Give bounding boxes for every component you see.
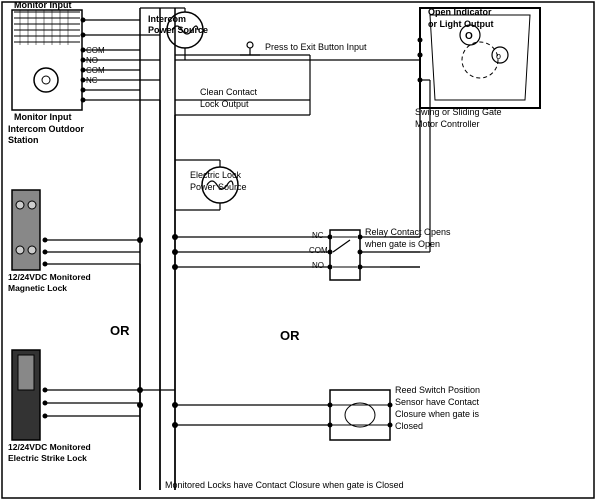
- svg-text:NC: NC: [312, 231, 324, 240]
- svg-text:12/24VDC Monitored: 12/24VDC Monitored: [8, 272, 91, 282]
- svg-text:OR: OR: [110, 323, 130, 338]
- svg-text:OR: OR: [280, 328, 300, 343]
- svg-text:Open Indicator: Open Indicator: [428, 7, 492, 17]
- svg-text:Clean Contact: Clean Contact: [200, 87, 258, 97]
- svg-text:when gate is Open: when gate is Open: [364, 239, 440, 249]
- svg-text:COM: COM: [309, 246, 328, 255]
- svg-text:Electric Lock: Electric Lock: [190, 170, 242, 180]
- wiring-diagram: COM NO COM NC Monitor Input Intercom Out…: [0, 0, 596, 500]
- svg-text:Closed: Closed: [395, 421, 423, 431]
- svg-text:Monitor Input: Monitor Input: [14, 112, 71, 122]
- svg-text:Electric Strike Lock: Electric Strike Lock: [8, 453, 87, 463]
- svg-text:Press to Exit Button Input: Press to Exit Button Input: [265, 42, 367, 52]
- svg-text:NO: NO: [312, 261, 324, 270]
- svg-text:Monitored Locks have Contact C: Monitored Locks have Contact Closure whe…: [165, 480, 404, 490]
- svg-text:Lock Output: Lock Output: [200, 99, 249, 109]
- svg-text:Station: Station: [8, 135, 39, 145]
- svg-text:Closure when gate is: Closure when gate is: [395, 409, 480, 419]
- svg-text:Intercom Outdoor: Intercom Outdoor: [8, 124, 84, 134]
- svg-text:Motor Controller: Motor Controller: [415, 119, 480, 129]
- svg-text:12/24VDC Monitored: 12/24VDC Monitored: [8, 442, 91, 452]
- svg-text:Reed Switch Position: Reed Switch Position: [395, 385, 480, 395]
- svg-text:Monitor Input: Monitor Input: [14, 0, 71, 10]
- svg-text:Power Source: Power Source: [190, 182, 247, 192]
- svg-text:Power Source: Power Source: [148, 25, 208, 35]
- svg-text:Swing or Sliding Gate: Swing or Sliding Gate: [415, 107, 502, 117]
- svg-text:Intercom: Intercom: [148, 14, 186, 24]
- svg-text:o: o: [496, 51, 501, 61]
- svg-text:O: O: [465, 31, 473, 42]
- svg-text:Relay Contact Opens: Relay Contact Opens: [365, 227, 451, 237]
- svg-text:Magnetic Lock: Magnetic Lock: [8, 283, 67, 293]
- svg-text:Sensor have Contact: Sensor have Contact: [395, 397, 480, 407]
- svg-text:or Light Output: or Light Output: [428, 19, 493, 29]
